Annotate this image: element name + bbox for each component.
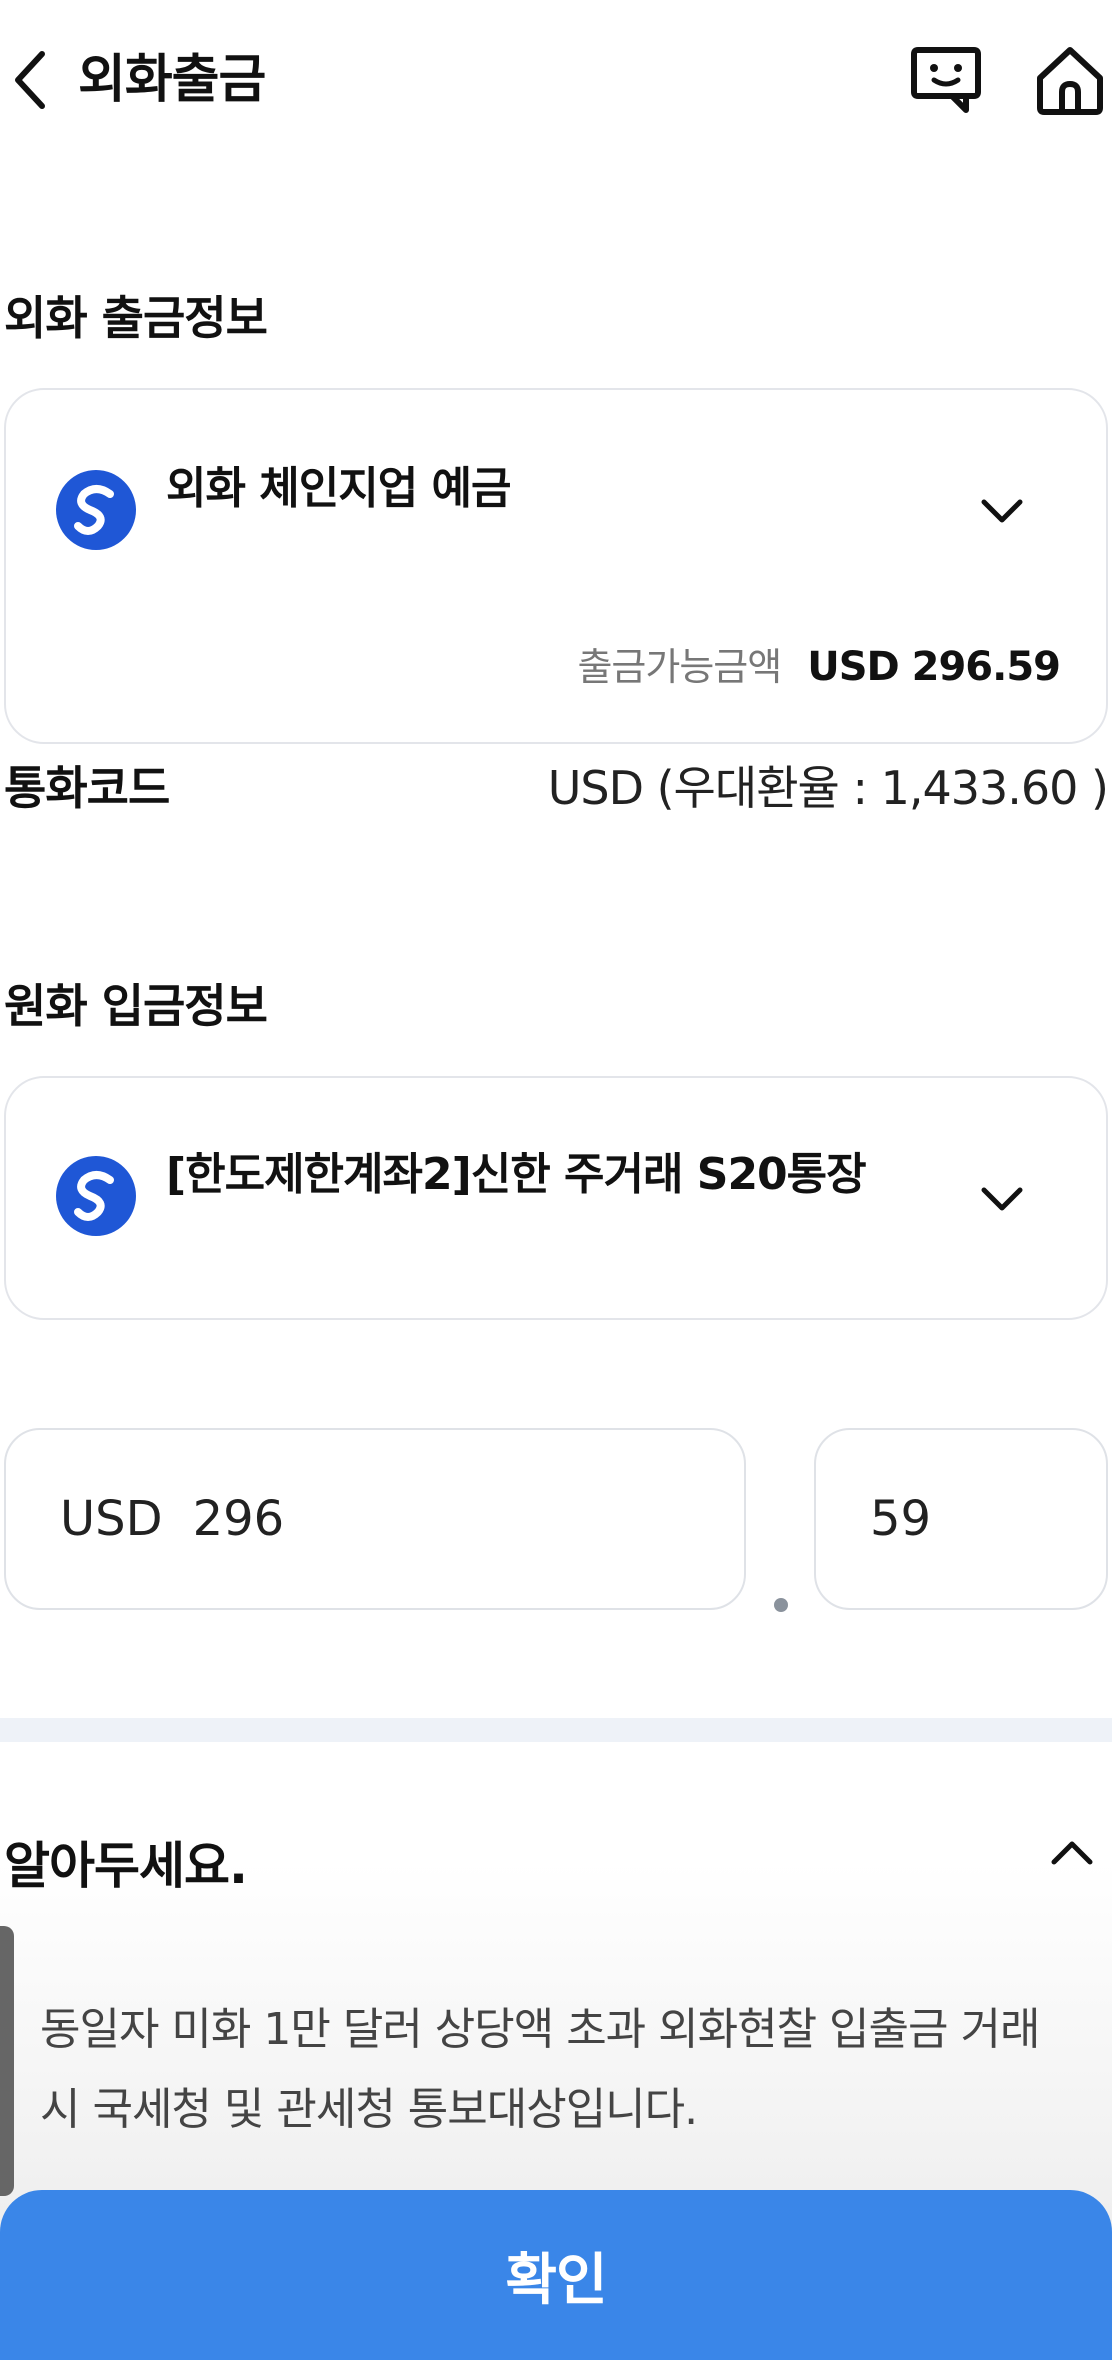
back-button[interactable]	[0, 40, 60, 120]
deposit-account-card[interactable]: [한도제한계좌2]신한 주거래 S20통장	[4, 1076, 1108, 1320]
side-scroll-handle[interactable]	[0, 1926, 14, 2196]
section-divider	[0, 1718, 1112, 1742]
withdraw-account-dropdown[interactable]	[972, 482, 1032, 542]
decimal-point	[774, 1598, 788, 1612]
available-amount-value: USD 296.59	[807, 644, 1061, 690]
home-icon	[1037, 47, 1103, 115]
chatbot-icon	[911, 47, 981, 113]
home-button[interactable]	[1028, 38, 1112, 122]
notice-collapse-button[interactable]	[1042, 1822, 1102, 1882]
shinhan-logo-icon	[56, 1156, 136, 1236]
page-title: 외화출금	[78, 50, 266, 110]
withdraw-section-title: 외화 출금정보	[4, 291, 268, 345]
currency-code-value: USD (우대환율 : 1,433.60 )	[547, 761, 1109, 815]
deposit-account-dropdown[interactable]	[972, 1170, 1032, 1230]
deposit-account-name: [한도제한계좌2]신한 주거래 S20통장	[166, 1149, 867, 1200]
notice-text: 동일자 미화 1만 달러 상당액 초과 외화현찰 입출금 거래 시 국세청 및 …	[40, 2004, 1040, 2135]
withdraw-account-name: 외화 체인지업 예금	[166, 463, 511, 514]
shinhan-logo-icon	[56, 470, 136, 550]
confirm-button[interactable]: 확인	[0, 2190, 1112, 2360]
chatbot-button[interactable]	[904, 38, 988, 122]
chevron-down-icon	[981, 499, 1023, 523]
amount-integer-input[interactable]: USD 296	[4, 1428, 746, 1610]
amount-currency: USD	[60, 1491, 163, 1547]
available-amount-label: 출금가능금액	[577, 645, 782, 689]
amount-decimal-value: 59	[870, 1491, 932, 1547]
withdraw-account-card[interactable]: 외화 체인지업 예금 출금가능금액 USD 296.59	[4, 388, 1108, 744]
deposit-section-title: 원화 입금정보	[4, 979, 268, 1033]
chevron-down-icon	[981, 1187, 1023, 1211]
amount-decimal-input[interactable]: 59	[814, 1428, 1108, 1610]
currency-code-label: 통화코드	[4, 761, 170, 815]
amount-integer-value: 296	[192, 1491, 285, 1547]
notice-title: 알아두세요.	[4, 1837, 248, 1895]
chevron-up-icon	[1051, 1841, 1093, 1865]
chevron-left-icon	[15, 51, 45, 109]
